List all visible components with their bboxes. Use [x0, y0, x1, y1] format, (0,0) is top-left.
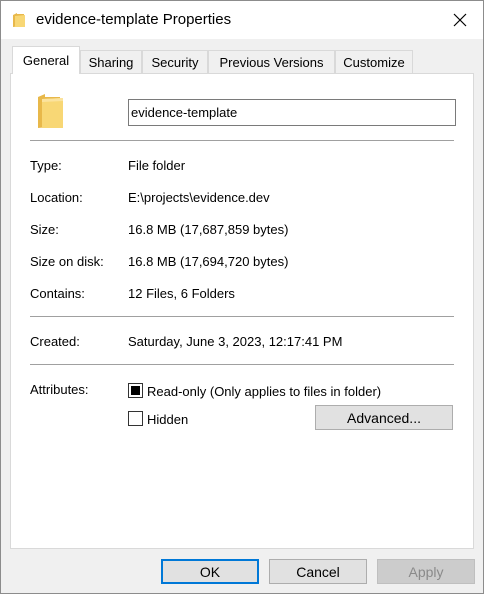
apply-button: Apply: [377, 559, 475, 584]
title-bar[interactable]: evidence-template Properties: [1, 1, 483, 39]
close-button[interactable]: [437, 1, 483, 39]
type-label: Type:: [30, 158, 62, 173]
size-on-disk-label: Size on disk:: [30, 254, 104, 269]
tab-security[interactable]: Security: [142, 50, 208, 73]
tab-label: Customize: [343, 54, 405, 70]
tab-general[interactable]: General: [12, 46, 80, 74]
properties-dialog: evidence-template Properties General Sha…: [0, 0, 484, 594]
size-value: 16.8 MB (17,687,859 bytes): [128, 222, 289, 237]
separator: [30, 364, 454, 365]
created-label: Created:: [30, 334, 80, 349]
type-value: File folder: [128, 158, 186, 173]
cancel-button[interactable]: Cancel: [269, 559, 367, 584]
general-tab-panel: Type: File folder Location: E:\projects\…: [10, 73, 474, 549]
advanced-button[interactable]: Advanced...: [315, 405, 453, 430]
separator: [30, 316, 454, 317]
attributes-label: Attributes:: [30, 382, 89, 397]
hidden-checkbox[interactable]: [128, 411, 143, 426]
hidden-label[interactable]: Hidden: [147, 412, 188, 427]
tab-previous-versions[interactable]: Previous Versions: [208, 50, 335, 73]
folder-name-input[interactable]: [128, 99, 456, 126]
tab-customize[interactable]: Customize: [335, 50, 413, 73]
tab-label: General: [22, 53, 70, 68]
size-label: Size:: [30, 222, 59, 237]
separator: [30, 140, 454, 141]
close-icon: [453, 13, 467, 27]
window-title: evidence-template Properties: [36, 11, 232, 28]
size-on-disk-value: 16.8 MB (17,694,720 bytes): [128, 254, 289, 269]
contains-value: 12 Files, 6 Folders: [128, 286, 235, 301]
tab-sharing[interactable]: Sharing: [80, 50, 142, 73]
readonly-checkbox[interactable]: [128, 383, 143, 398]
tab-label: Previous Versions: [219, 54, 324, 70]
location-value: E:\projects\evidence.dev: [128, 190, 270, 205]
contains-label: Contains:: [30, 286, 85, 301]
created-value: Saturday, June 3, 2023, 12:17:41 PM: [128, 334, 343, 349]
readonly-label[interactable]: Read-only (Only applies to files in fold…: [147, 384, 381, 399]
folder-icon: [13, 13, 25, 27]
tab-label: Security: [151, 54, 199, 70]
location-label: Location:: [30, 190, 83, 205]
folder-icon: [38, 94, 63, 128]
tab-label: Sharing: [88, 54, 134, 70]
ok-button[interactable]: OK: [161, 559, 259, 584]
